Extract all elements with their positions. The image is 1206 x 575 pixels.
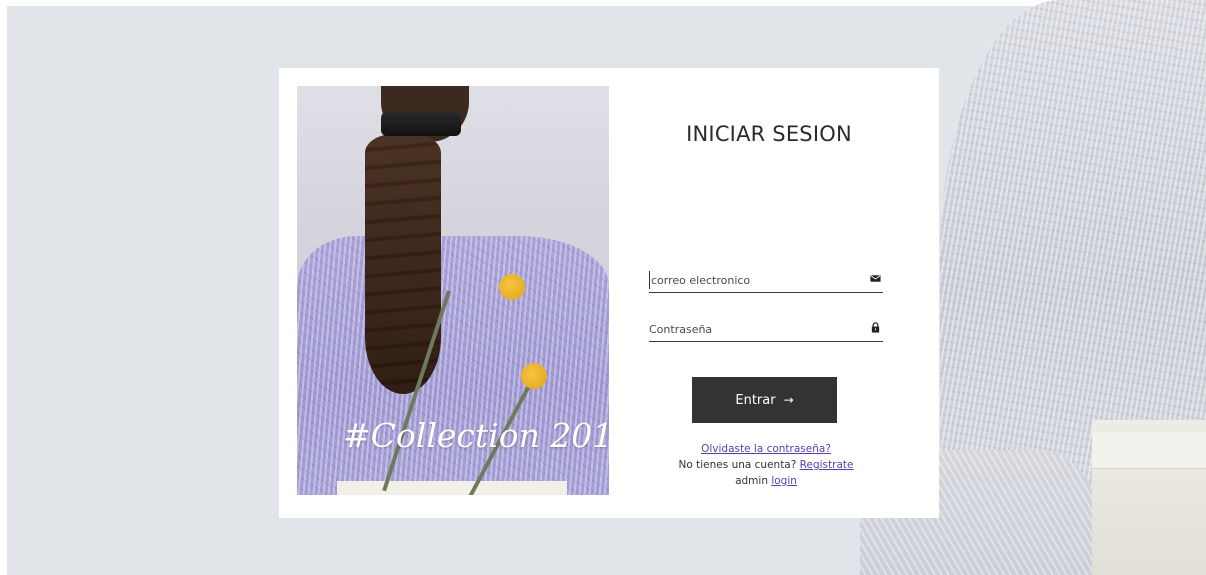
- login-button[interactable]: Entrar →: [692, 377, 837, 423]
- envelope-icon: [870, 275, 881, 282]
- collection-caption: #Collection 2018: [343, 416, 609, 455]
- hair-clip: [381, 112, 461, 136]
- collection-image: #Collection 2018: [297, 86, 609, 495]
- auth-links: Olvidaste la contraseña? No tienes una c…: [649, 441, 883, 489]
- email-input[interactable]: [649, 271, 851, 289]
- forgot-password-link[interactable]: Olvidaste la contraseña?: [701, 443, 831, 455]
- login-button-label: Entrar: [735, 392, 776, 408]
- admin-text: admin: [735, 475, 768, 487]
- lilac-sweater: [297, 236, 609, 495]
- admin-login-link[interactable]: login: [771, 475, 797, 487]
- lock-icon: [871, 322, 880, 333]
- password-field: [649, 317, 883, 342]
- trousers-belt: [1092, 420, 1206, 575]
- sweater-waistband: [337, 481, 567, 495]
- page-title: INICIAR SESION: [686, 122, 852, 146]
- password-input[interactable]: [649, 320, 849, 338]
- email-field: [649, 268, 883, 293]
- yellow-flower: [521, 363, 547, 389]
- register-link[interactable]: Registrate: [800, 459, 854, 471]
- login-card: #Collection 2018 INICIAR SESION Entrar →…: [279, 68, 939, 518]
- yellow-flower: [499, 274, 525, 300]
- no-account-text: No tienes una cuenta?: [678, 459, 797, 471]
- arrow-right-icon: →: [783, 393, 794, 407]
